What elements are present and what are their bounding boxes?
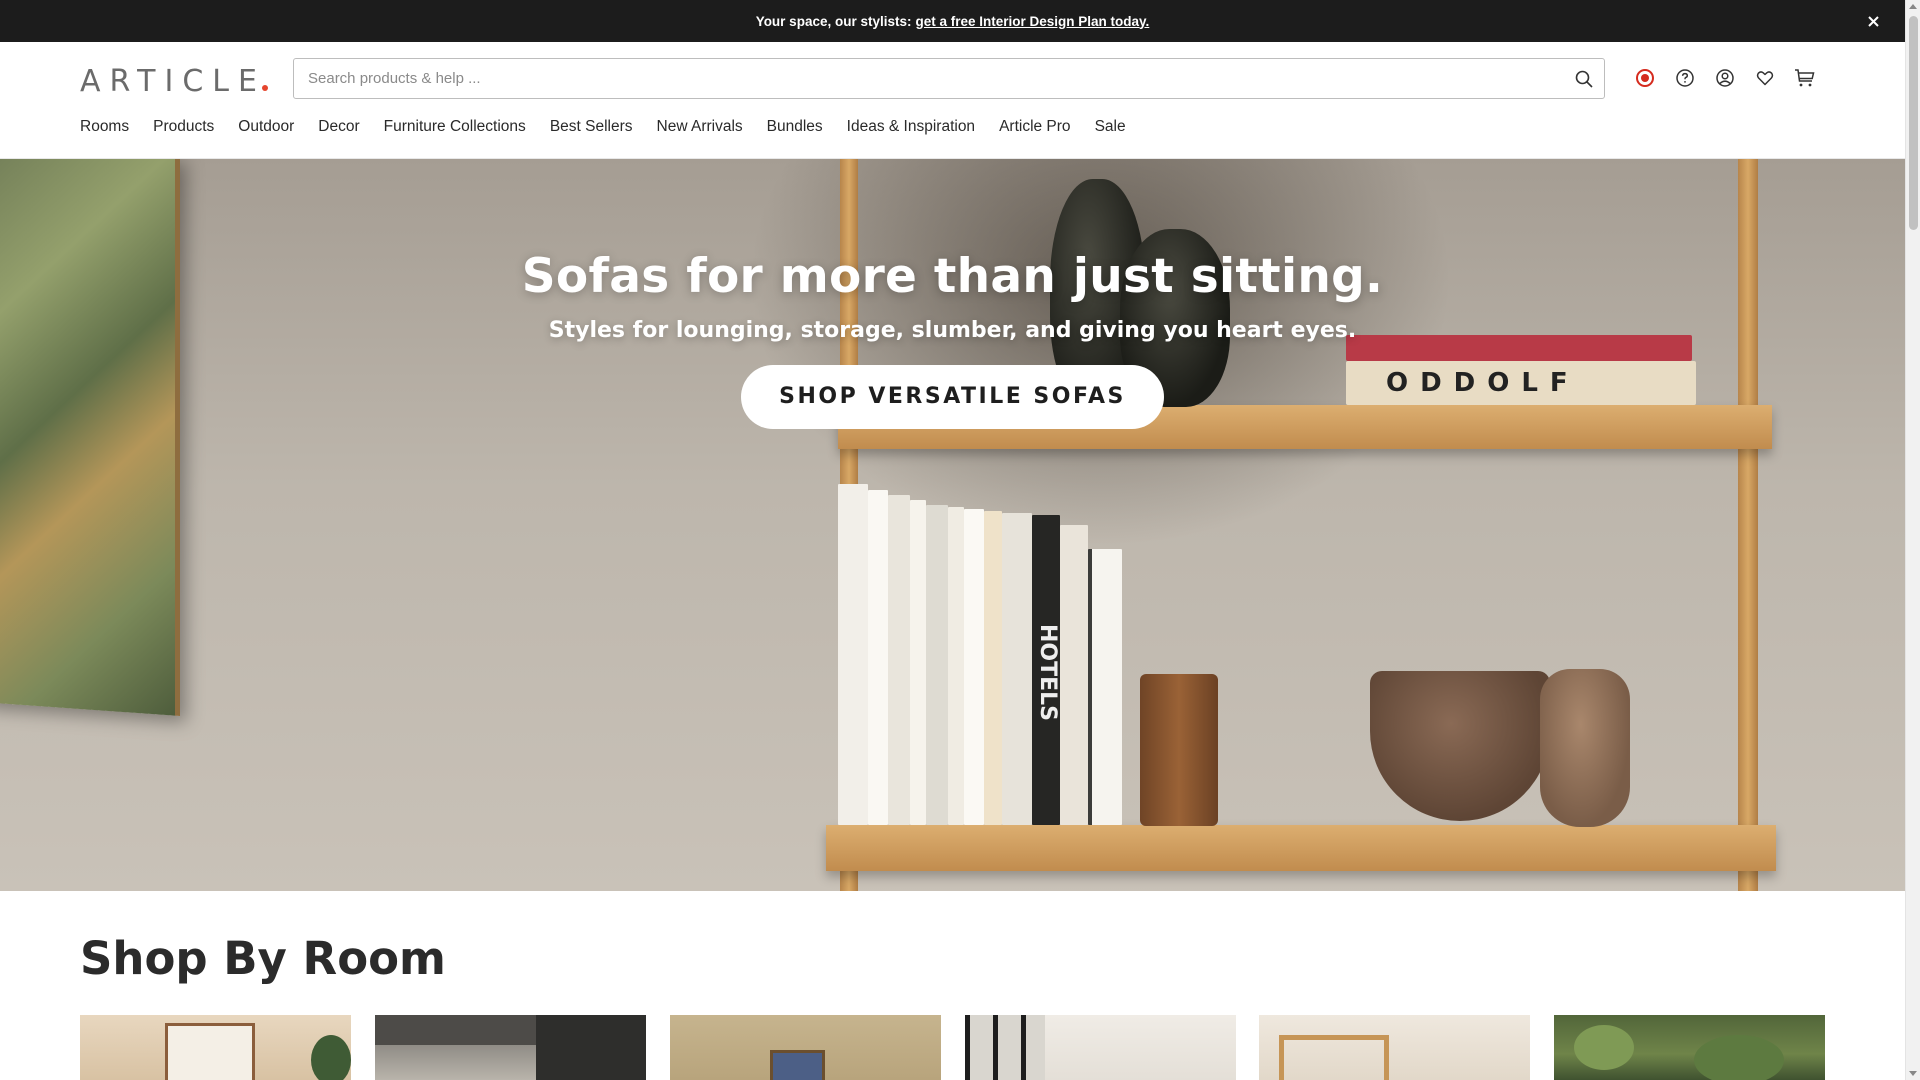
logo[interactable]: ARTICLE [80, 64, 268, 99]
clay-bowl [1370, 671, 1550, 821]
nav-item-article-pro[interactable]: Article Pro [999, 118, 1071, 136]
room-card[interactable] [965, 1015, 1236, 1080]
nav-item-rooms[interactable]: Rooms [80, 118, 129, 136]
search-icon[interactable] [1564, 59, 1604, 99]
nav-item-best-sellers[interactable]: Best Sellers [550, 118, 633, 136]
room-card[interactable] [1554, 1015, 1825, 1080]
hotels-book: HOTELS [1032, 515, 1060, 825]
room-card[interactable] [80, 1015, 351, 1080]
search-bar [293, 58, 1605, 99]
cart-icon[interactable] [1792, 65, 1818, 91]
nav-item-bundles[interactable]: Bundles [767, 118, 823, 136]
logo-dot [261, 85, 268, 91]
nav-item-products[interactable]: Products [153, 118, 214, 136]
lower-shelf [826, 825, 1776, 871]
room-card[interactable] [670, 1015, 941, 1080]
nav-item-outdoor[interactable]: Outdoor [238, 118, 294, 136]
hero-banner[interactable]: ODDOLF HOTELS Sofas for more than just s… [0, 159, 1905, 891]
clay-jar [1540, 669, 1630, 827]
nav-item-ideas-inspiration[interactable]: Ideas & Inspiration [847, 118, 975, 136]
announcement-bar: Your space, our stylists: get a free Int… [0, 0, 1905, 42]
hero-title: Sofas for more than just sitting. [521, 249, 1384, 304]
canada-flag-icon[interactable] [1632, 65, 1658, 91]
site-header: ARTICLE Rooms Products Outdoor Decor Fur… [0, 42, 1905, 159]
close-icon[interactable] [1863, 11, 1883, 31]
shop-by-room-heading: Shop By Room [80, 932, 446, 985]
room-card[interactable] [1259, 1015, 1530, 1080]
logo-text: ARTICLE [80, 64, 266, 99]
nav-item-decor[interactable]: Decor [318, 118, 359, 136]
main-nav: Rooms Products Outdoor Decor Furniture C… [80, 118, 1150, 136]
hero-content: Sofas for more than just sitting. Styles… [0, 249, 1905, 429]
shop-versatile-sofas-button[interactable]: SHOP VERSATILE SOFAS [741, 365, 1164, 429]
nav-item-sale[interactable]: Sale [1095, 118, 1126, 136]
page-scrollbar[interactable] [1905, 0, 1920, 1080]
nav-item-new-arrivals[interactable]: New Arrivals [657, 118, 743, 136]
hero-subtitle: Styles for lounging, storage, slumber, a… [548, 318, 1357, 343]
announcement-text: Your space, our stylists: [755, 13, 912, 29]
scrollbar-thumb[interactable] [1909, 16, 1918, 230]
wall-painting [0, 159, 180, 716]
search-input[interactable] [294, 59, 1564, 98]
help-icon[interactable] [1672, 65, 1698, 91]
announcement-link[interactable]: get a free Interior Design Plan today. [916, 14, 1150, 29]
nav-item-furniture-collections[interactable]: Furniture Collections [384, 118, 526, 136]
book-row: HOTELS [838, 484, 1148, 825]
scroll-up-arrow-icon[interactable] [1909, 4, 1917, 9]
account-icon[interactable] [1712, 65, 1738, 91]
heart-icon[interactable] [1752, 65, 1778, 91]
wood-object [1140, 674, 1218, 826]
scroll-down-arrow-icon[interactable] [1909, 1071, 1917, 1076]
room-card[interactable] [375, 1015, 646, 1080]
